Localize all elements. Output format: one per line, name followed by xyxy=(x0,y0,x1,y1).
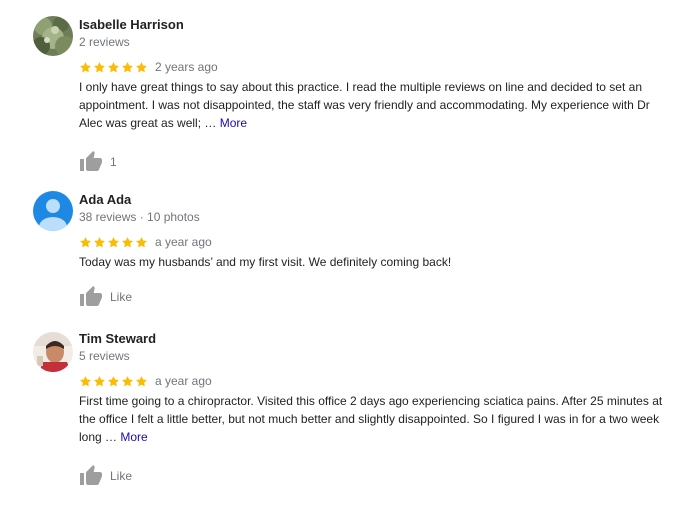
person-photo-avatar xyxy=(33,332,73,372)
star-icon xyxy=(94,61,105,72)
like-count: 1 xyxy=(110,155,117,169)
star-icon xyxy=(108,61,119,72)
rating-row: 2 years ago xyxy=(79,58,679,76)
reviewer-name[interactable]: Isabelle Harrison xyxy=(79,16,679,33)
like-button[interactable]: 1 xyxy=(79,150,679,174)
review-content: Ada Ada 38 reviews · 10 photos a year ag… xyxy=(79,191,679,309)
star-rating xyxy=(79,375,148,388)
review-time: a year ago xyxy=(155,374,212,388)
reviewer-meta: 5 reviews xyxy=(79,349,130,363)
star-icon xyxy=(94,236,105,247)
rating-row: a year ago xyxy=(79,233,679,251)
star-icon xyxy=(122,61,133,72)
review-time: a year ago xyxy=(155,235,212,249)
star-icon xyxy=(122,236,133,247)
star-icon xyxy=(136,375,147,386)
review-body: First time going to a chiropractor. Visi… xyxy=(79,394,663,444)
review-text: First time going to a chiropractor. Visi… xyxy=(79,392,674,446)
like-button[interactable]: Like xyxy=(79,285,679,309)
like-button[interactable]: Like xyxy=(79,464,679,488)
review-content: Tim Steward 5 reviews a year ago First t… xyxy=(79,330,679,488)
nature-photo-avatar xyxy=(33,16,73,56)
star-icon xyxy=(80,61,91,72)
review-text: I only have great things to say about th… xyxy=(79,78,674,132)
review-content: Isabelle Harrison 2 reviews 2 years ago … xyxy=(79,16,679,174)
review-text: Today was my husbands’ and my first visi… xyxy=(79,253,674,271)
review-body: I only have great things to say about th… xyxy=(79,80,650,130)
reviewer-avatar[interactable] xyxy=(33,16,73,56)
thumbs-up-icon[interactable] xyxy=(79,150,103,174)
star-icon xyxy=(122,375,133,386)
more-link[interactable]: More xyxy=(220,116,247,130)
thumbs-up-icon[interactable] xyxy=(79,464,103,488)
reviewer-name[interactable]: Tim Steward xyxy=(79,330,679,347)
reviewer-avatar[interactable] xyxy=(33,332,73,372)
star-rating xyxy=(79,236,148,249)
review-body: Today was my husbands’ and my first visi… xyxy=(79,255,452,269)
rating-row: a year ago xyxy=(79,372,679,390)
more-link[interactable]: More xyxy=(120,430,147,444)
star-icon xyxy=(136,236,147,247)
star-icon xyxy=(108,375,119,386)
reviewer-meta: 38 reviews · 10 photos xyxy=(79,210,200,224)
reviewer-avatar[interactable] xyxy=(33,191,73,231)
star-icon xyxy=(108,236,119,247)
like-label: Like xyxy=(110,290,133,304)
review-time: 2 years ago xyxy=(155,60,218,74)
star-icon xyxy=(80,236,91,247)
star-icon xyxy=(94,375,105,386)
reviewer-meta: 2 reviews xyxy=(79,35,130,49)
default-person-avatar xyxy=(33,191,73,231)
star-rating xyxy=(79,61,148,74)
star-icon xyxy=(136,61,147,72)
thumbs-up-icon[interactable] xyxy=(79,285,103,309)
star-icon xyxy=(80,375,91,386)
reviewer-name[interactable]: Ada Ada xyxy=(79,191,679,208)
like-label: Like xyxy=(110,469,133,483)
